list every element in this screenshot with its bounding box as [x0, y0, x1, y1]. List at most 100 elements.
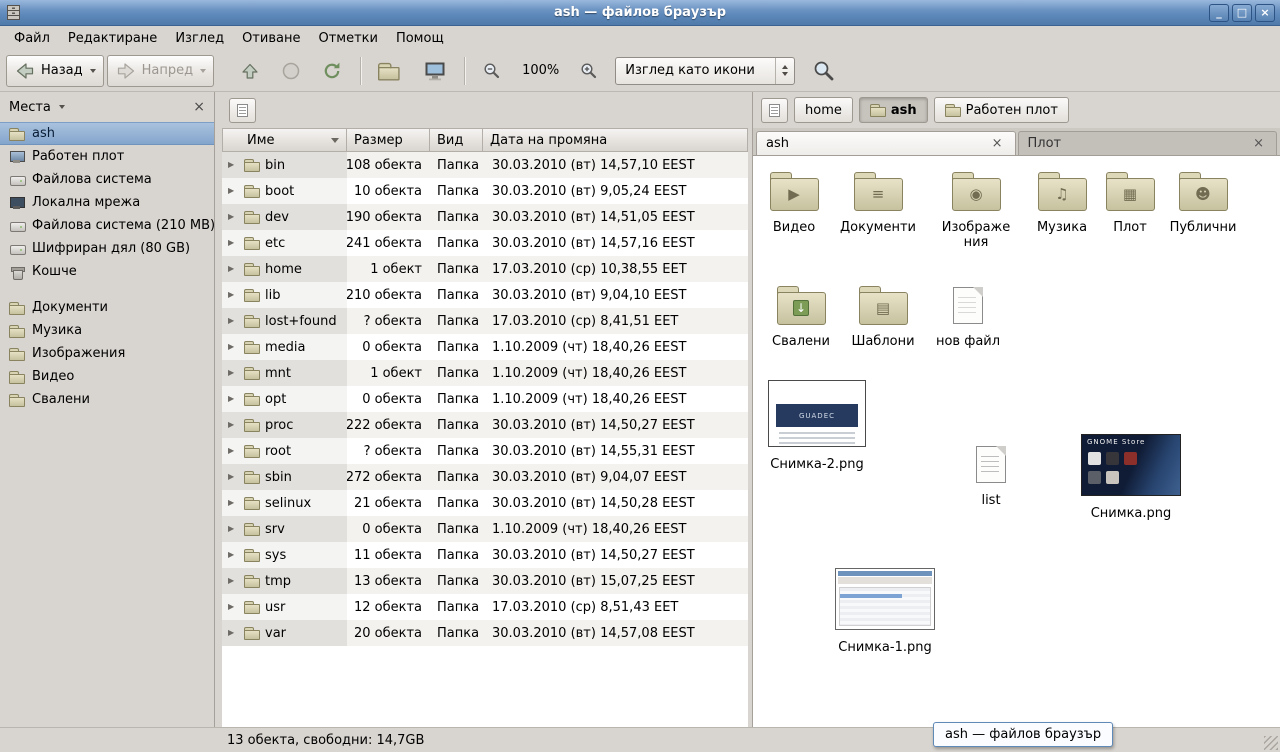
tab-ash[interactable]: ash ×: [756, 131, 1016, 155]
reload-button[interactable]: [313, 55, 351, 87]
tab-close-icon[interactable]: ×: [989, 136, 1006, 151]
expander-icon[interactable]: [228, 447, 239, 455]
sidebar-item[interactable]: Видео: [0, 365, 214, 388]
resize-grip[interactable]: [1264, 736, 1278, 750]
table-row[interactable]: mnt 1 обект Папка 1.10.2009 (чт) 18,40,2…: [222, 360, 748, 386]
location-toggle-button[interactable]: [229, 98, 256, 123]
table-row[interactable]: usr 12 обекта Папка 17.03.2010 (ср) 8,51…: [222, 594, 748, 620]
table-row[interactable]: bin 108 обекта Папка 30.03.2010 (вт) 14,…: [222, 152, 748, 178]
sidebar-item[interactable]: Работен плот: [0, 145, 214, 168]
folder-item-pictures[interactable]: ◉ Изображения: [938, 172, 1014, 250]
path-button-current[interactable]: ash: [859, 97, 928, 123]
sidebar-item[interactable]: Музика: [0, 319, 214, 342]
combo-spinner-icon[interactable]: [775, 58, 794, 84]
table-row[interactable]: dev 190 обекта Папка 30.03.2010 (вт) 14,…: [222, 204, 748, 230]
image-item-snimka[interactable]: GNOME Store Снимка.png: [1077, 434, 1185, 521]
folder-item-music[interactable]: ♫ Музика: [1024, 172, 1100, 235]
sidebar-item[interactable]: Файлова система (210 MB): [0, 214, 214, 237]
expander-icon[interactable]: [228, 577, 239, 585]
expander-icon[interactable]: [228, 265, 239, 273]
back-history-chevron-icon[interactable]: [90, 69, 96, 73]
folder-item-public[interactable]: ☻ Публични: [1165, 172, 1241, 235]
expander-icon[interactable]: [228, 629, 239, 637]
computer-button[interactable]: [415, 55, 455, 87]
menu-item[interactable]: Изглед: [166, 28, 233, 49]
chevron-down-icon[interactable]: [59, 105, 65, 109]
path-button-desktop[interactable]: Работен плот: [934, 97, 1069, 123]
table-row[interactable]: var 20 обекта Папка 30.03.2010 (вт) 14,5…: [222, 620, 748, 646]
expander-icon[interactable]: [228, 187, 239, 195]
zoom-out-button[interactable]: [474, 55, 510, 87]
expander-icon[interactable]: [228, 317, 239, 325]
forward-button[interactable]: Напред: [107, 55, 214, 87]
sidebar-item[interactable]: Локална мрежа: [0, 191, 214, 214]
expander-icon[interactable]: [228, 291, 239, 299]
table-row[interactable]: sbin 272 обекта Папка 30.03.2010 (вт) 9,…: [222, 464, 748, 490]
menu-item[interactable]: Помощ: [387, 28, 453, 49]
sidebar-item[interactable]: Кошче: [0, 260, 214, 283]
file-item-new-file[interactable]: нов файл: [932, 287, 1004, 349]
folder-item-video[interactable]: ▶ Видео: [756, 172, 832, 235]
expander-icon[interactable]: [228, 499, 239, 507]
table-row[interactable]: sys 11 обекта Папка 30.03.2010 (вт) 14,5…: [222, 542, 748, 568]
expander-icon[interactable]: [228, 551, 239, 559]
table-row[interactable]: root ? обекта Папка 30.03.2010 (вт) 14,5…: [222, 438, 748, 464]
sidebar-item[interactable]: Свалени: [0, 388, 214, 411]
expander-icon[interactable]: [228, 603, 239, 611]
minimize-button[interactable]: _: [1209, 4, 1229, 22]
table-row[interactable]: selinux 21 обекта Папка 30.03.2010 (вт) …: [222, 490, 748, 516]
image-item-snimka-1[interactable]: Снимка-1.png: [831, 568, 939, 655]
table-row[interactable]: boot 10 обекта Папка 30.03.2010 (вт) 9,0…: [222, 178, 748, 204]
folder-item-documents[interactable]: ≡ Документи: [840, 172, 916, 235]
titlebar[interactable]: ash — файлов браузър _ □ ×: [0, 0, 1280, 26]
menu-item[interactable]: Редактиране: [59, 28, 166, 49]
column-header-name[interactable]: Име: [222, 128, 347, 152]
table-row[interactable]: lost+found ? обекта Папка 17.03.2010 (ср…: [222, 308, 748, 334]
tab-close-icon[interactable]: ×: [1250, 136, 1267, 151]
menu-item[interactable]: Отиване: [233, 28, 309, 49]
expander-icon[interactable]: [228, 161, 239, 169]
image-item-snimka-2[interactable]: GUADEC Снимка-2.png: [765, 380, 869, 472]
table-row[interactable]: srv 0 обекта Папка 1.10.2009 (чт) 18,40,…: [222, 516, 748, 542]
icon-view[interactable]: ▶ Видео ≡ Документи ◉ Изображения ♫: [753, 156, 1280, 727]
home-button[interactable]: [370, 55, 402, 87]
menu-item[interactable]: Файл: [5, 28, 59, 49]
column-header-type[interactable]: Вид: [430, 128, 483, 152]
sidebar-item[interactable]: Документи: [0, 296, 214, 319]
table-row[interactable]: opt 0 обекта Папка 1.10.2009 (чт) 18,40,…: [222, 386, 748, 412]
sidebar-item[interactable]: Изображения: [0, 342, 214, 365]
back-button[interactable]: Назад: [6, 55, 104, 87]
up-button[interactable]: [231, 55, 269, 87]
expander-icon[interactable]: [228, 395, 239, 403]
path-button-home[interactable]: home: [794, 97, 853, 123]
expander-icon[interactable]: [228, 421, 239, 429]
sidebar-item[interactable]: Файлова система: [0, 168, 214, 191]
table-row[interactable]: media 0 обекта Папка 1.10.2009 (чт) 18,4…: [222, 334, 748, 360]
pane-splitter[interactable]: [215, 92, 222, 727]
maximize-button[interactable]: □: [1232, 4, 1252, 22]
table-row[interactable]: lib 210 обекта Папка 30.03.2010 (вт) 9,0…: [222, 282, 748, 308]
table-row[interactable]: etc 241 обекта Папка 30.03.2010 (вт) 14,…: [222, 230, 748, 256]
file-item-list[interactable]: list: [955, 446, 1027, 508]
expander-icon[interactable]: [228, 213, 239, 221]
search-button[interactable]: [804, 55, 844, 87]
location-toggle-button[interactable]: [761, 98, 788, 123]
table-row[interactable]: proc 222 обекта Папка 30.03.2010 (вт) 14…: [222, 412, 748, 438]
menu-item[interactable]: Отметки: [309, 28, 386, 49]
expander-icon[interactable]: [228, 343, 239, 351]
column-header-modified[interactable]: Дата на промяна: [483, 128, 748, 152]
sidebar-close-icon[interactable]: ×: [193, 100, 205, 114]
zoom-in-button[interactable]: [571, 55, 607, 87]
close-button[interactable]: ×: [1255, 4, 1275, 22]
expander-icon[interactable]: [228, 473, 239, 481]
folder-item-templates[interactable]: ▤ Шаблони: [845, 286, 921, 349]
zoom-level[interactable]: 100%: [513, 63, 568, 78]
expander-icon[interactable]: [228, 239, 239, 247]
column-header-size[interactable]: Размер: [347, 128, 430, 152]
sidebar-item[interactable]: ash: [0, 122, 214, 145]
expander-icon[interactable]: [228, 525, 239, 533]
folder-item-downloads[interactable]: ↓ Свалени: [763, 286, 839, 349]
folder-item-desktop[interactable]: ▦ Плот: [1092, 172, 1168, 235]
sidebar-item[interactable]: Шифриран дял (80 GB): [0, 237, 214, 260]
tab-plot[interactable]: Плот ×: [1018, 131, 1278, 155]
